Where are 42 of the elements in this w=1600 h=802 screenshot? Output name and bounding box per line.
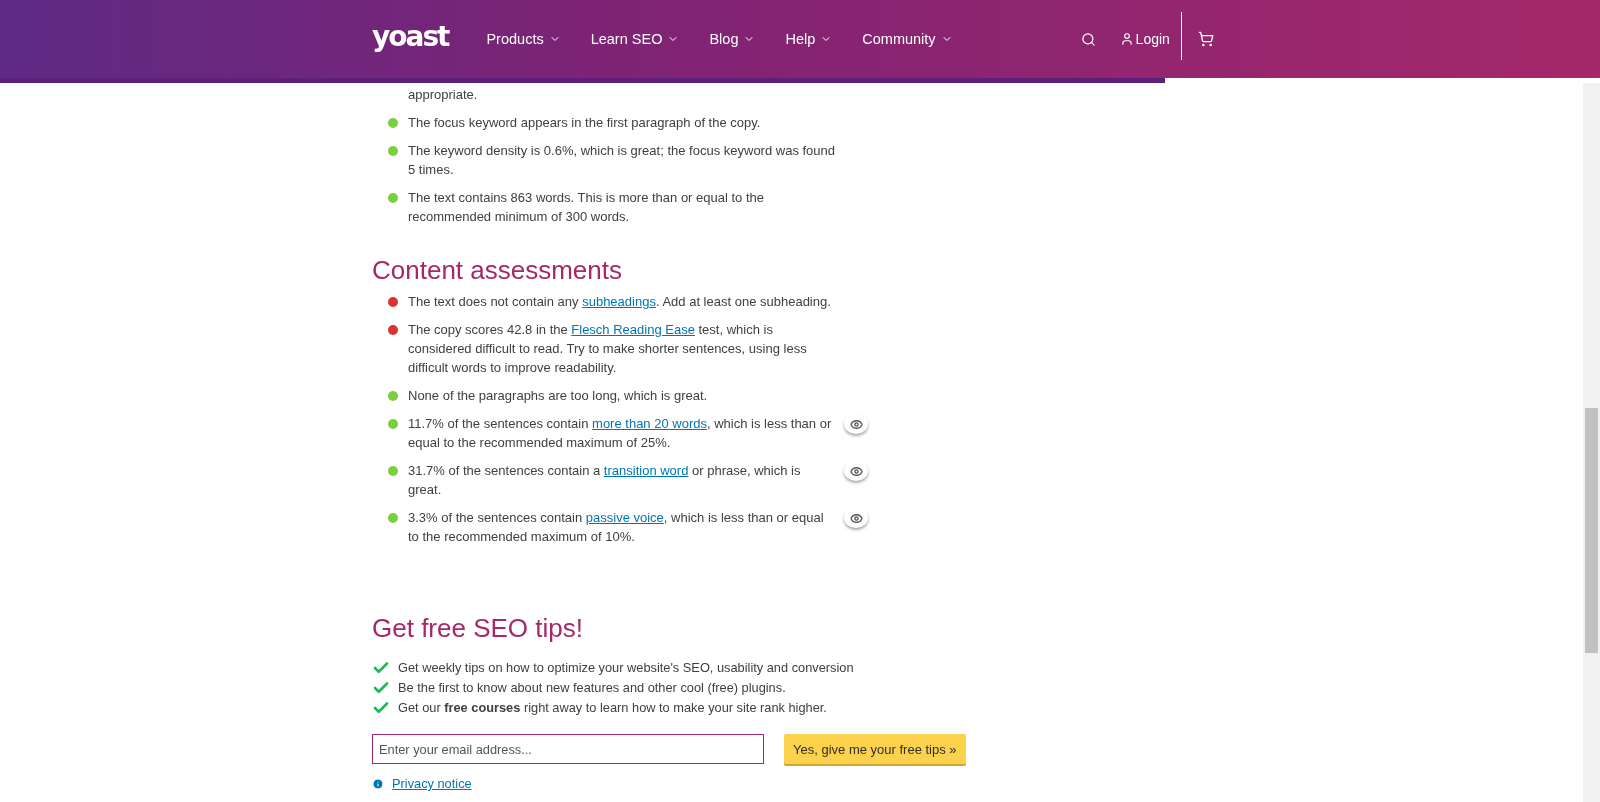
assessment-text: appropriate. [408,86,479,104]
text-link[interactable]: subheadings [582,294,656,309]
text-link[interactable]: transition word [603,463,689,478]
eye-icon [849,511,863,525]
scrollbar-thumb[interactable] [1585,408,1598,653]
assessment-text: 11.7% of the sentences contain more than 20 words, which is less than or equal to the recommended maximum of 25%. [408,415,833,452]
user-icon [1119,32,1134,46]
assessment-text: The focus keyword appears in the first paragraph of the copy. [408,114,762,132]
search-icon[interactable] [1080,31,1096,47]
section-heading: Content assessments [372,254,623,286]
eye-button[interactable] [844,508,868,528]
eye-icon [849,417,863,431]
logo[interactable]: yoast [372,19,449,53]
cart-icon[interactable] [1197,31,1214,47]
nav-item[interactable]: Products [486,31,561,47]
text-link[interactable]: more than 20 words [592,416,707,431]
privacy-link[interactable]: Privacy notice [392,776,472,791]
assessment-text: The copy scores 42.8 in the Flesch Reading Ease test, which is considered difficult to read. Try to make shorter sentences, using less difficult words to improve readability. [408,321,808,377]
tip-text: Get our free courses right away to learn how to make your site rank higher. [398,699,827,717]
eye-button[interactable] [844,461,868,481]
assessment-text: 31.7% of the sentences contain a transition word or phrase, which is great. [408,462,802,499]
nav-item[interactable]: Help [785,31,833,47]
section-heading: Get free SEO tips! [372,612,584,644]
eye-button[interactable] [844,414,868,434]
assessment-text: 3.3% of the sentences contain passive voice, which is less than or equal to the recommended maximum of 10%. [408,509,825,546]
assessment-text: The keyword density is 0.6%, which is great; the focus keyword was found 5 times. [408,142,836,179]
assessment-text: The text does not contain any subheadings. Add at least one subheading. [408,293,832,311]
submit-button[interactable]: Yes, give me your free tips » [784,734,966,764]
nav-item[interactable]: Blog [709,31,756,47]
scrollbar[interactable] [1583,83,1600,802]
assessment-text: None of the paragraphs are too long, which is great. [408,387,709,405]
text-link[interactable]: passive voice [585,510,664,525]
tip-text: Be the first to know about new features and other cool (free) plugins. [398,679,786,697]
email-field[interactable]: Enter your email address... [372,734,764,764]
nav-item[interactable]: Learn SEO [590,31,680,47]
info-icon [372,777,384,790]
nav-item[interactable]: Community [862,31,953,47]
tip-text: Get weekly tips on how to optimize your website's SEO, usability and conversion [398,659,854,677]
assessment-text: The text contains 863 words. This is more than or equal to the recommended minimum of 300 words. [408,189,765,226]
eye-icon [849,464,863,478]
text-link[interactable]: Flesch Reading Ease [571,322,695,337]
login-link[interactable]: Login [1119,31,1170,47]
